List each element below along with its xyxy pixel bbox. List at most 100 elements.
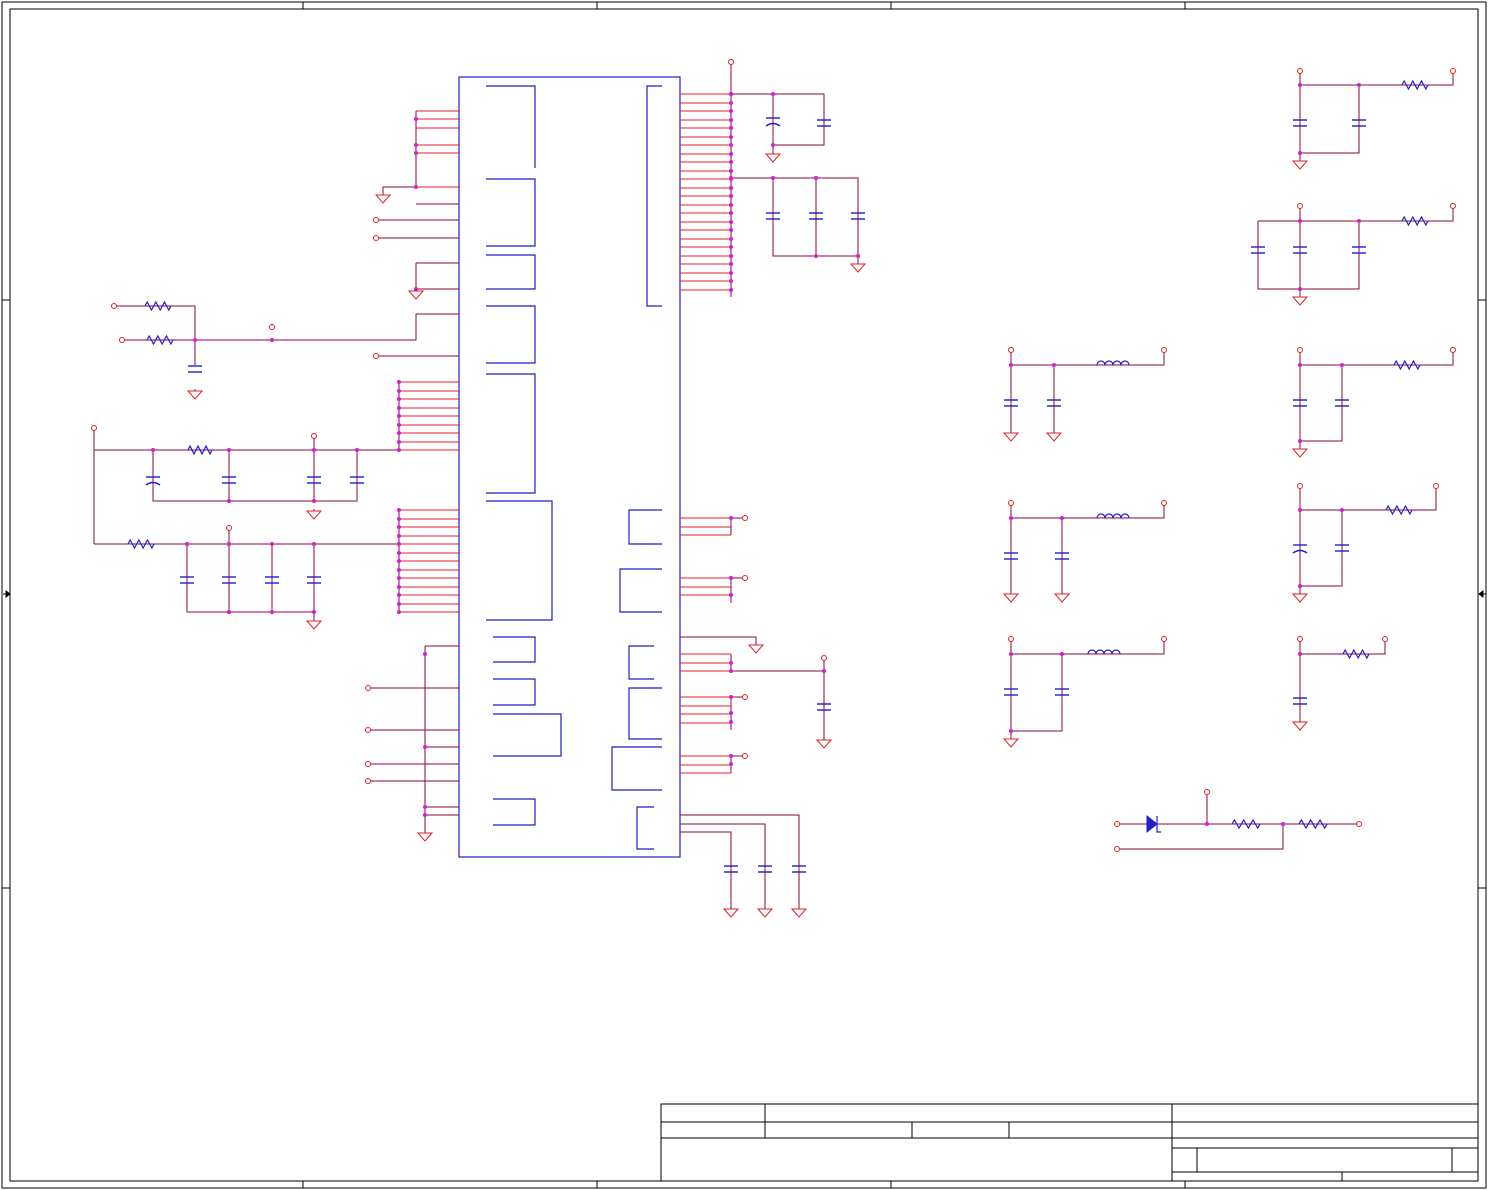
inductor-icon	[1087, 649, 1121, 655]
net-port-icon	[1356, 821, 1362, 827]
ground-icon	[764, 153, 782, 163]
junction-dot-icon	[227, 499, 231, 503]
resistor-icon	[1393, 359, 1421, 371]
junction-dot-icon	[270, 338, 274, 342]
junction-dot-icon	[397, 380, 401, 384]
net-port-icon	[1297, 636, 1303, 642]
junction-dot-icon	[729, 762, 733, 766]
junction-dot-icon	[1298, 363, 1302, 367]
net-port-icon	[373, 217, 379, 223]
net-port-icon	[1161, 636, 1167, 642]
junction-dot-icon	[729, 593, 733, 597]
junction-dot-icon	[397, 551, 401, 555]
ground-icon	[747, 644, 765, 654]
junction-dot-icon	[423, 745, 427, 749]
junction-dot-icon	[355, 448, 359, 452]
ground-icon	[1045, 432, 1063, 442]
ground-icon	[416, 832, 434, 842]
junction-dot-icon	[729, 177, 733, 181]
ground-icon	[374, 194, 392, 204]
pin-group-bracket	[493, 636, 536, 663]
junction-dot-icon	[814, 254, 818, 258]
junction-dot-icon	[397, 423, 401, 427]
junction-dot-icon	[227, 542, 231, 546]
junction-dot-icon	[729, 126, 733, 130]
junction-dot-icon	[729, 695, 733, 699]
pin-group-bracket	[611, 746, 662, 791]
net-port-icon	[1114, 821, 1120, 827]
junction-dot-icon	[822, 669, 826, 673]
junction-dot-icon	[312, 499, 316, 503]
inductor-icon	[1096, 513, 1130, 519]
pin-group-bracket	[486, 373, 536, 494]
junction-dot-icon	[397, 534, 401, 538]
diode-icon	[1146, 814, 1158, 834]
junction-dot-icon	[729, 245, 733, 249]
junction-dot-icon	[729, 576, 733, 580]
net-port-icon	[1008, 500, 1014, 506]
junction-dot-icon	[397, 602, 401, 606]
junction-dot-icon	[729, 118, 733, 122]
junction-dot-icon	[729, 254, 733, 258]
pin-group-bracket	[486, 254, 536, 290]
ground-icon	[722, 908, 740, 918]
junction-dot-icon	[1298, 508, 1302, 512]
resistor-icon	[1385, 504, 1413, 516]
junction-dot-icon	[397, 568, 401, 572]
junction-dot-icon	[423, 652, 427, 656]
junction-dot-icon	[1298, 584, 1302, 588]
ground-icon	[1002, 738, 1020, 748]
junction-dot-icon	[1009, 729, 1013, 733]
ground-icon	[1291, 721, 1309, 731]
junction-dot-icon	[729, 194, 733, 198]
pin-group-bracket	[486, 305, 536, 364]
net-port-icon	[365, 727, 371, 733]
net-port-icon	[1297, 347, 1303, 353]
junction-dot-icon	[1357, 83, 1361, 87]
net-port-icon	[269, 324, 275, 330]
junction-dot-icon	[729, 720, 733, 724]
pin-group-bracket	[628, 509, 662, 545]
net-port-icon	[821, 655, 827, 661]
junction-dot-icon	[729, 203, 733, 207]
junction-dot-icon	[397, 431, 401, 435]
zone-arrow-icon	[1478, 590, 1486, 598]
junction-dot-icon	[423, 813, 427, 817]
ground-icon	[305, 620, 323, 630]
net-port-icon	[1297, 203, 1303, 209]
net-port-icon	[1008, 347, 1014, 353]
pin-group-bracket	[493, 798, 536, 826]
pin-group-bracket	[646, 85, 662, 307]
net-port-icon	[1161, 347, 1167, 353]
junction-dot-icon	[397, 508, 401, 512]
junction-dot-icon	[856, 254, 860, 258]
junction-dot-icon	[729, 160, 733, 164]
junction-dot-icon	[1281, 822, 1285, 826]
junction-dot-icon	[1340, 508, 1344, 512]
pin-group-bracket	[486, 85, 536, 168]
junction-dot-icon	[729, 754, 733, 758]
junction-dot-icon	[729, 516, 733, 520]
junction-dot-icon	[227, 610, 231, 614]
net-port-icon	[1008, 636, 1014, 642]
ground-icon	[1053, 593, 1071, 603]
net-port-icon	[1297, 483, 1303, 489]
junction-dot-icon	[729, 109, 733, 113]
junction-dot-icon	[185, 542, 189, 546]
junction-dot-icon	[729, 669, 733, 673]
junction-dot-icon	[397, 440, 401, 444]
junction-dot-icon	[1052, 363, 1056, 367]
junction-dot-icon	[814, 176, 818, 180]
resistor-icon	[146, 334, 174, 346]
junction-dot-icon	[729, 237, 733, 241]
resistor-icon	[127, 538, 155, 550]
junction-dot-icon	[729, 211, 733, 215]
junction-dot-icon	[1205, 822, 1209, 826]
junction-dot-icon	[397, 585, 401, 589]
net-port-icon	[365, 778, 371, 784]
junction-dot-icon	[270, 610, 274, 614]
junction-dot-icon	[397, 517, 401, 521]
ground-icon	[1291, 296, 1309, 306]
junction-dot-icon	[729, 228, 733, 232]
resistor-icon	[1298, 818, 1328, 830]
